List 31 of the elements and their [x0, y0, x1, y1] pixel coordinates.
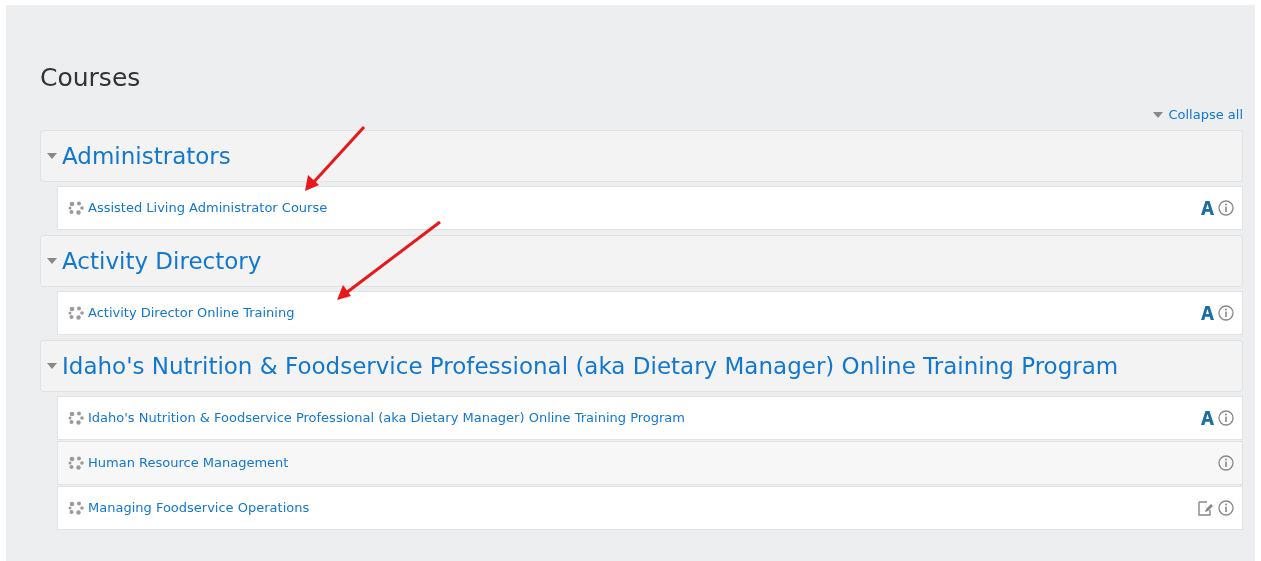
info-icon[interactable]	[1218, 200, 1234, 216]
course-link[interactable]: Managing Foodservice Operations	[88, 498, 310, 518]
category-header[interactable]: Idaho's Nutrition & Foodservice Professional (aka Dietary Manager) Online Training Program	[40, 340, 1243, 392]
info-icon[interactable]	[1218, 455, 1234, 471]
course-link[interactable]: Human Resource Management	[88, 453, 289, 473]
collapse-all-link[interactable]: Collapse all	[1168, 105, 1243, 125]
info-icon[interactable]	[1218, 305, 1234, 321]
info-icon[interactable]	[1218, 410, 1234, 426]
course-icon	[68, 501, 84, 515]
letter-a-icon[interactable]	[1201, 411, 1214, 425]
category-link[interactable]: Administrators	[62, 138, 231, 174]
course-link[interactable]: Activity Director Online Training	[88, 303, 295, 323]
course-icon	[68, 201, 84, 215]
category-link[interactable]: Idaho's Nutrition & Foodservice Professional (aka Dietary Manager) Online Training Program	[62, 348, 1119, 384]
page-heading: Courses	[40, 63, 142, 93]
info-icon[interactable]	[1218, 500, 1234, 516]
course-icon	[68, 456, 84, 470]
triangle-icon[interactable]	[47, 153, 57, 159]
course-link[interactable]: Idaho's Nutrition & Foodservice Professional (aka Dietary Manager) Online Training Program	[88, 408, 685, 428]
edit-icon[interactable]	[1198, 500, 1214, 516]
letter-a-icon[interactable]	[1201, 201, 1214, 215]
triangle-icon[interactable]	[47, 363, 57, 369]
annotation-arrow	[302, 125, 366, 193]
course-icon	[68, 411, 84, 425]
course-link[interactable]: Assisted Living Administrator Course	[88, 198, 328, 218]
triangle-icon[interactable]	[47, 258, 57, 264]
category-link[interactable]: Activity Directory	[62, 243, 262, 279]
course-icon	[68, 306, 84, 320]
letter-a-icon[interactable]	[1201, 306, 1214, 320]
category-header[interactable]: Activity Directory	[40, 235, 1243, 287]
category-header[interactable]: Administrators	[40, 130, 1243, 182]
